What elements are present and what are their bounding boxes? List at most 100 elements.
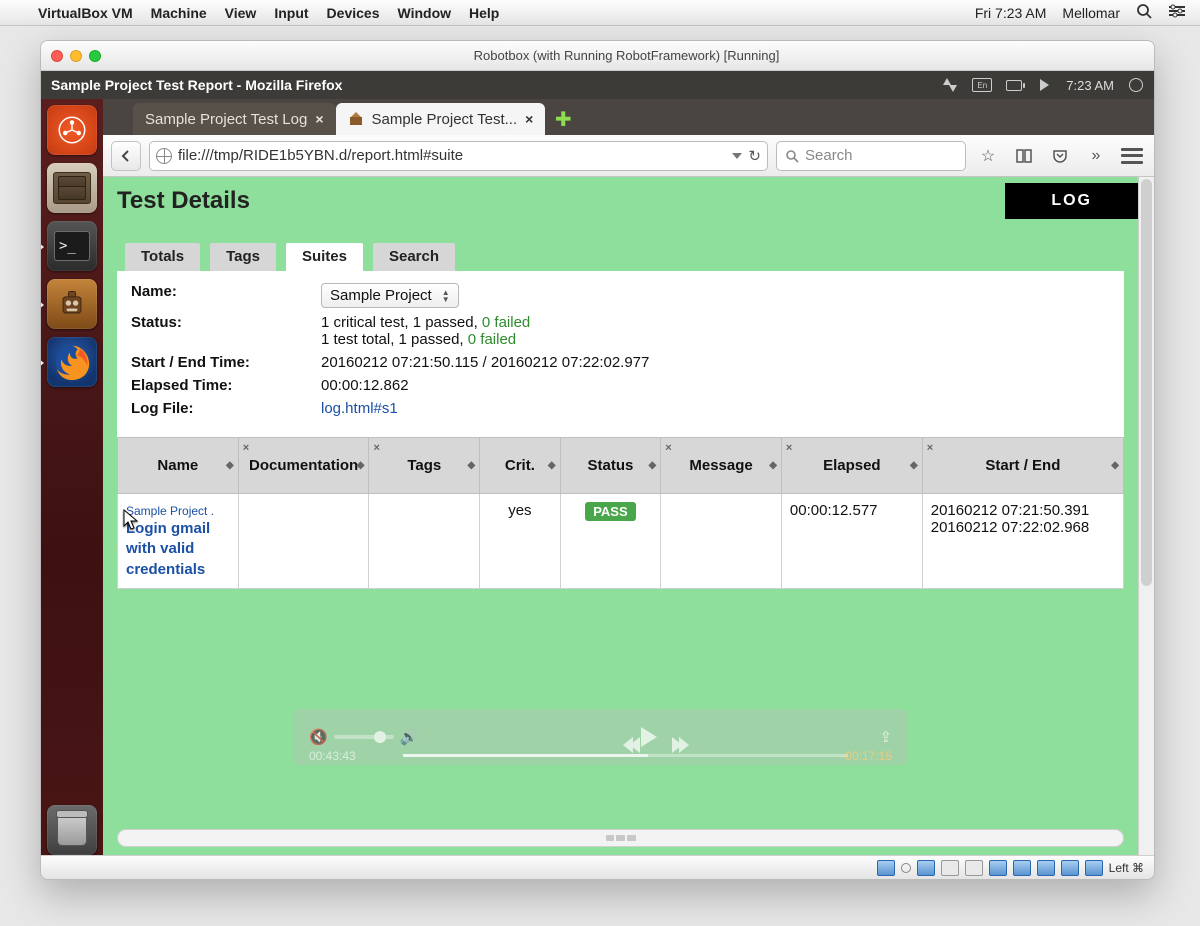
col-name[interactable]: Name◆	[118, 438, 239, 494]
mac-menu-item[interactable]: Window	[397, 5, 451, 21]
mac-menu-item[interactable]: Machine	[151, 5, 207, 21]
cell-crit: yes	[480, 494, 560, 589]
control-center-icon[interactable]	[1168, 4, 1186, 21]
horizontal-scrollbar[interactable]	[117, 829, 1124, 847]
vb-indicator-recording-icon[interactable]	[1037, 860, 1055, 876]
detail-panel: Name: Sample Project ▲▼ Status:	[117, 271, 1124, 437]
col-documentation[interactable]: ×Documentation◆	[238, 438, 369, 494]
tab-active[interactable]: Sample Project Test... ×	[336, 103, 546, 135]
volume-indicator-icon[interactable]	[1036, 77, 1052, 93]
stepper-icon: ▲▼	[442, 289, 450, 303]
cell-startend: 20160212 07:21:50.39120160212 07:22:02.9…	[922, 494, 1123, 589]
media-progress-bar[interactable]	[403, 754, 848, 757]
site-identity-icon[interactable]	[156, 148, 172, 164]
hamburger-menu-icon[interactable]	[1118, 142, 1146, 170]
suite-name-select[interactable]: Sample Project ▲▼	[321, 283, 459, 308]
dash-home-icon[interactable]	[47, 105, 97, 155]
report-page: Test Details LOG Totals Tags Suites Sear…	[103, 177, 1138, 855]
search-bar[interactable]: Search	[776, 141, 966, 171]
vb-indicator-display-icon[interactable]	[989, 860, 1007, 876]
status-value: 1 critical test, 1 passed, 0 failed 1 te…	[321, 314, 1110, 348]
search-placeholder: Search	[805, 147, 853, 164]
pocket-icon[interactable]	[1046, 142, 1074, 170]
vb-indicator-usb-icon[interactable]	[941, 860, 959, 876]
mac-menu-item[interactable]: Devices	[327, 5, 380, 21]
start-end-label: Start / End Time:	[131, 354, 321, 371]
trash-icon[interactable]	[47, 805, 97, 855]
tab-tags[interactable]: Tags	[210, 243, 276, 271]
col-startend[interactable]: ×Start / End◆	[922, 438, 1123, 494]
mac-menu-item[interactable]: View	[225, 5, 257, 21]
vb-indicator-shared-icon[interactable]	[965, 860, 983, 876]
start-end-value: 20160212 07:21:50.115 / 20160212 07:22:0…	[321, 354, 1110, 371]
ubuntu-clock[interactable]: 7:23 AM	[1066, 78, 1114, 93]
tab-totals[interactable]: Totals	[125, 243, 200, 271]
volume-control[interactable]: 🔇🔊	[309, 728, 418, 746]
firefox-toolbar: file:///tmp/RIDE1b5YBN.d/report.html#sui…	[103, 135, 1154, 177]
col-message[interactable]: ×Message◆	[661, 438, 782, 494]
vb-indicator-cpu-icon[interactable]	[1061, 860, 1079, 876]
vb-indicator-network-icon[interactable]	[917, 860, 935, 876]
name-label: Name:	[131, 283, 321, 308]
url-bar[interactable]: file:///tmp/RIDE1b5YBN.d/report.html#sui…	[149, 141, 768, 171]
share-icon[interactable]: ⇪	[879, 728, 892, 746]
spotlight-icon[interactable]	[1136, 3, 1152, 22]
unity-launcher: >_	[41, 99, 103, 855]
vb-titlebar[interactable]: Robotbox (with Running RobotFramework) […	[41, 41, 1154, 71]
vertical-scrollbar[interactable]	[1138, 177, 1154, 855]
logfile-label: Log File:	[131, 400, 321, 417]
table-row: Sample Project . Login gmail with valid …	[118, 494, 1124, 589]
close-tab-icon[interactable]: ×	[315, 111, 323, 127]
mac-app-name[interactable]: VirtualBox VM	[38, 5, 133, 21]
vb-indicator-mouse-icon[interactable]	[1085, 860, 1103, 876]
suite-link[interactable]: Sample Project .	[126, 504, 214, 518]
detail-tabs: Totals Tags Suites Search	[125, 243, 1138, 271]
bookmark-star-icon[interactable]: ☆	[974, 142, 1002, 170]
mac-clock[interactable]: Fri 7:23 AM	[975, 5, 1047, 21]
suite-name-value: Sample Project	[330, 287, 432, 304]
col-tags[interactable]: ×Tags◆	[369, 438, 480, 494]
logfile-link[interactable]: log.html#s1	[321, 400, 398, 417]
maximize-window-button[interactable]	[89, 50, 101, 62]
terminal-app-icon[interactable]: >_	[47, 221, 97, 271]
log-button[interactable]: LOG	[1005, 183, 1138, 219]
mac-user[interactable]: Mellomar	[1062, 5, 1120, 21]
cell-elapsed: 00:00:12.577	[781, 494, 922, 589]
tab-inactive[interactable]: Sample Project Test Log ×	[133, 103, 336, 135]
tab-suites[interactable]: Suites	[286, 243, 363, 271]
minimize-window-button[interactable]	[70, 50, 82, 62]
mac-menu-item[interactable]: Help	[469, 5, 499, 21]
col-elapsed[interactable]: ×Elapsed◆	[781, 438, 922, 494]
elapsed-value: 00:00:12.862	[321, 377, 1110, 394]
keyboard-layout-indicator[interactable]: En	[972, 78, 992, 92]
overflow-chevron-icon[interactable]: »	[1082, 142, 1110, 170]
test-link[interactable]: Login gmail with valid credentials	[126, 520, 210, 578]
col-status[interactable]: Status◆	[560, 438, 661, 494]
battery-indicator-icon[interactable]	[1006, 77, 1022, 93]
back-button[interactable]	[111, 141, 141, 171]
tests-table: Name◆ ×Documentation◆ ×Tags◆ Crit.◆ Stat…	[117, 437, 1124, 589]
vb-indicator-vrde-icon[interactable]	[1013, 860, 1031, 876]
reload-icon[interactable]: ↻	[748, 147, 761, 165]
close-tab-icon[interactable]: ×	[525, 111, 533, 127]
vb-host-key[interactable]: Left ⌘	[1109, 861, 1144, 875]
vb-window-title: Robotbox (with Running RobotFramework) […	[109, 48, 1144, 63]
url-dropdown-icon[interactable]	[732, 153, 742, 159]
tab-bar: Sample Project Test Log × Sample Project…	[103, 99, 1154, 135]
close-window-button[interactable]	[51, 50, 63, 62]
vb-indicator-hd-icon[interactable]	[877, 860, 895, 876]
play-icon[interactable]	[641, 727, 657, 747]
col-crit[interactable]: Crit.◆	[480, 438, 560, 494]
files-app-icon[interactable]	[47, 163, 97, 213]
robot-app-icon[interactable]	[47, 279, 97, 329]
tab-search[interactable]: Search	[373, 243, 455, 271]
firefox-app-icon[interactable]	[47, 337, 97, 387]
reader-view-icon[interactable]	[1010, 142, 1038, 170]
active-window-title: Sample Project Test Report - Mozilla Fir…	[51, 77, 342, 93]
vb-indicator-optical-icon[interactable]	[901, 863, 911, 873]
new-tab-button[interactable]: ✚	[551, 107, 575, 131]
session-gear-icon[interactable]	[1128, 77, 1144, 93]
network-indicator-icon[interactable]	[942, 77, 958, 93]
firefox-window: Sample Project Test Log × Sample Project…	[103, 99, 1154, 855]
mac-menu-item[interactable]: Input	[274, 5, 308, 21]
